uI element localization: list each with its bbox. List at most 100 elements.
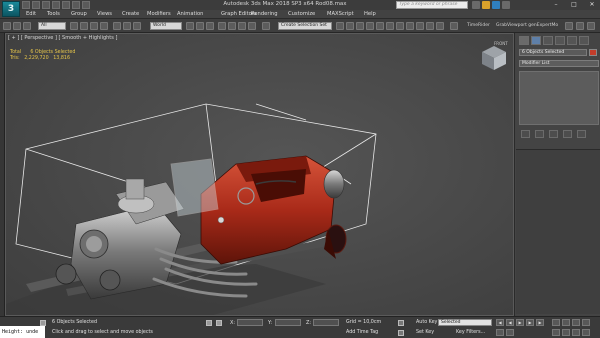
new-file-icon[interactable]	[22, 1, 30, 9]
menu-group[interactable]: Group	[71, 10, 87, 19]
y-coordinate-field[interactable]	[275, 319, 301, 326]
redo-icon[interactable]	[13, 22, 21, 30]
key-selection-dropdown[interactable]: Selected	[438, 319, 492, 326]
key-filters-button[interactable]: Key Filters...	[456, 330, 485, 335]
menu-create[interactable]: Create	[122, 10, 139, 19]
key-mode-icon[interactable]	[398, 320, 404, 326]
layer-explorer-icon[interactable]	[366, 22, 374, 30]
minimize-icon[interactable]: –	[548, 0, 564, 9]
close-icon[interactable]: ✕	[584, 0, 600, 9]
add-time-tag[interactable]: Add Time Tag	[346, 330, 378, 335]
menu-views[interactable]: Views	[97, 10, 112, 19]
select-icon[interactable]	[70, 22, 78, 30]
create-tab-icon[interactable]	[519, 36, 529, 45]
display-tab-icon[interactable]	[567, 36, 577, 45]
material-editor-icon[interactable]	[406, 22, 414, 30]
menu-help[interactable]: Help	[364, 10, 376, 19]
set-key-button[interactable]: Set Key	[416, 330, 434, 335]
select-by-name-icon[interactable]	[80, 22, 88, 30]
percent-snap-icon[interactable]	[238, 22, 246, 30]
grabviewport-label[interactable]: GrabViewport genExpertMo	[496, 23, 558, 28]
favorites-icon[interactable]	[482, 1, 490, 9]
search-icon[interactable]	[472, 1, 480, 9]
select-manipulate-icon[interactable]	[196, 22, 204, 30]
maxscript-listener-input[interactable]: Height: unde	[0, 326, 45, 338]
schematic-view-icon[interactable]	[396, 22, 404, 30]
menu-tools[interactable]: Tools	[47, 10, 60, 19]
window-crossing-icon[interactable]	[100, 22, 108, 30]
named-selection-dropdown[interactable]: Create Selection Set	[278, 22, 332, 30]
region-select-icon[interactable]	[90, 22, 98, 30]
open-file-icon[interactable]	[32, 1, 40, 9]
plugin-icon-1[interactable]	[565, 22, 573, 30]
zoom-icon[interactable]	[552, 319, 560, 326]
app-logo-icon[interactable]: 3	[2, 1, 20, 17]
menu-rendering[interactable]: Rendering	[251, 10, 278, 19]
menu-maxscript[interactable]: MAXScript	[327, 10, 354, 19]
motion-tab-icon[interactable]	[555, 36, 565, 45]
zoom-extents-all-icon[interactable]	[582, 319, 590, 326]
hierarchy-tab-icon[interactable]	[543, 36, 553, 45]
keyboard-shortcut-icon[interactable]	[206, 22, 214, 30]
project-folder-icon[interactable]	[72, 1, 80, 9]
menu-edit[interactable]: Edit	[26, 10, 36, 19]
redo-icon[interactable]	[62, 1, 70, 9]
z-coordinate-field[interactable]	[313, 319, 339, 326]
previous-frame-icon[interactable]: ◀	[506, 319, 514, 326]
menu-customize[interactable]: Customize	[288, 10, 315, 19]
rotate-icon[interactable]	[123, 22, 131, 30]
viewport-label-menu[interactable]: [ + ] [ Perspective ] [ Smooth + Highlig…	[8, 35, 117, 41]
workspace-icon[interactable]	[82, 1, 90, 9]
scale-icon[interactable]	[133, 22, 141, 30]
maximize-icon[interactable]: □	[566, 0, 582, 9]
absolute-mode-icon[interactable]	[216, 320, 222, 326]
configure-sets-icon[interactable]	[577, 130, 586, 138]
align-icon[interactable]	[346, 22, 354, 30]
mirror-icon[interactable]	[336, 22, 344, 30]
help-icon[interactable]	[502, 1, 510, 9]
ribbon-icon[interactable]	[376, 22, 384, 30]
undo-icon[interactable]	[52, 1, 60, 9]
selection-filter-dropdown[interactable]: All	[38, 22, 66, 30]
maximize-viewport-icon[interactable]	[582, 329, 590, 336]
plugin-icon-3[interactable]	[587, 22, 595, 30]
menu-animation[interactable]: Animation	[177, 10, 203, 19]
remove-modifier-icon[interactable]	[563, 130, 572, 138]
zoom-all-icon[interactable]	[562, 319, 570, 326]
field-of-view-icon[interactable]	[552, 329, 560, 336]
zoom-extents-icon[interactable]	[572, 319, 580, 326]
spinner-snap-icon[interactable]	[248, 22, 256, 30]
render-setup-icon[interactable]	[416, 22, 424, 30]
viewcube-face-label[interactable]: FRONT	[494, 41, 508, 46]
move-icon[interactable]	[113, 22, 121, 30]
menu-modifiers[interactable]: Modifiers	[147, 10, 171, 19]
lock-icon[interactable]	[206, 320, 212, 326]
set-key-icon[interactable]	[398, 330, 404, 336]
play-icon[interactable]: ▶	[516, 319, 524, 326]
auto-key-button[interactable]: Auto Key	[416, 320, 437, 325]
plugin-icon-2[interactable]	[576, 22, 584, 30]
perspective-viewport[interactable]: [ + ] [ Perspective ] [ Smooth + Highlig…	[5, 33, 514, 316]
object-name-field[interactable]: 6 Objects Selected	[519, 49, 587, 56]
modify-tab-icon[interactable]	[531, 36, 541, 45]
search-input[interactable]: Type a keyword or phrase	[396, 1, 468, 9]
pivot-icon[interactable]	[186, 22, 194, 30]
extra-icon[interactable]	[450, 22, 458, 30]
go-to-start-icon[interactable]: ◀	[496, 319, 504, 326]
modifier-list-dropdown[interactable]: Modifier List	[519, 60, 599, 67]
reference-coord-dropdown[interactable]: World	[150, 22, 182, 30]
time-config-icon[interactable]	[506, 329, 514, 336]
x-coordinate-field[interactable]	[237, 319, 263, 326]
modifier-stack[interactable]	[519, 71, 599, 125]
curve-editor-icon[interactable]	[386, 22, 394, 30]
orbit-icon[interactable]	[572, 329, 580, 336]
timerider-label[interactable]: TimeRider	[467, 23, 490, 28]
rendered-frame-icon[interactable]	[426, 22, 434, 30]
frame-field[interactable]	[496, 329, 504, 336]
next-frame-icon[interactable]: ▶	[526, 319, 534, 326]
edit-named-sel-icon[interactable]	[262, 22, 270, 30]
scene-explorer-icon[interactable]	[356, 22, 364, 30]
communication-icon[interactable]	[492, 1, 500, 9]
go-to-end-icon[interactable]: ▶	[536, 319, 544, 326]
pan-view-icon[interactable]	[562, 329, 570, 336]
